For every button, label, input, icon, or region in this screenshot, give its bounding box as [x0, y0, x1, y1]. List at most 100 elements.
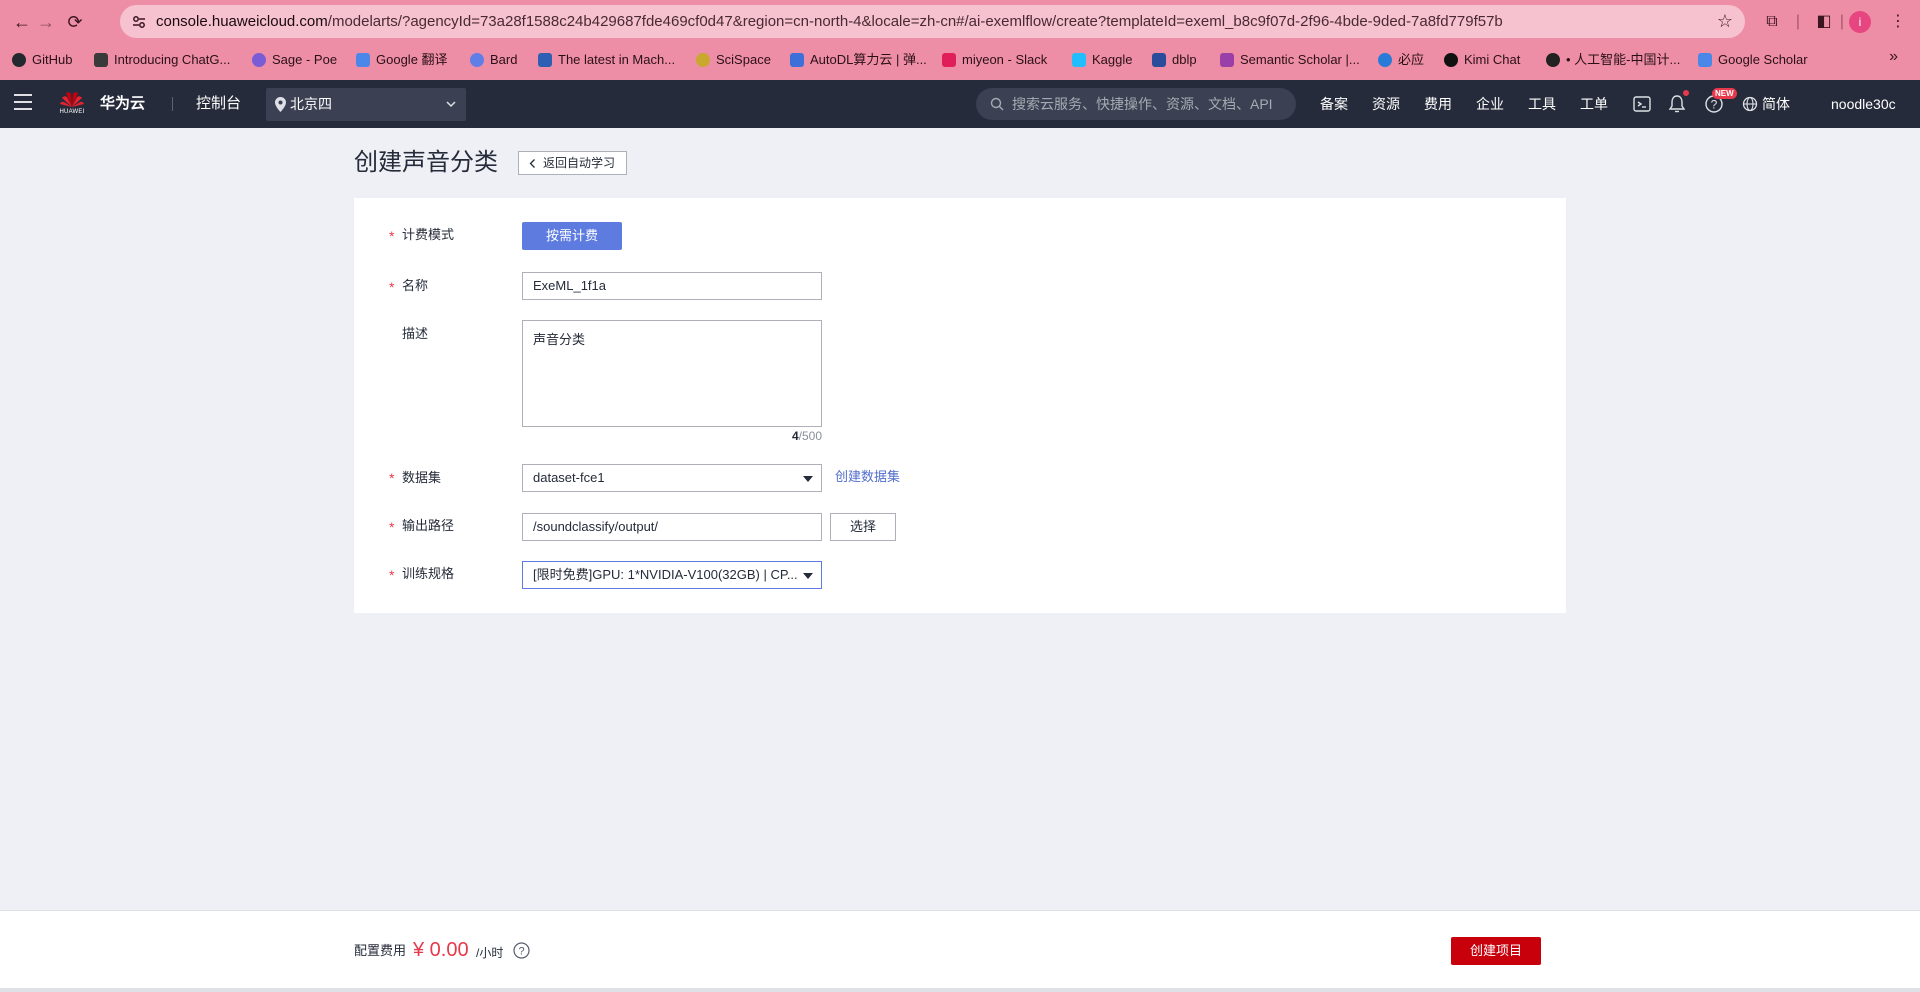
dblp-icon: [1152, 53, 1166, 67]
address-bar[interactable]: console.huaweicloud.com/modelarts/?agenc…: [120, 5, 1745, 38]
bookmark-kimi[interactable]: Kimi Chat: [1444, 49, 1520, 71]
create-dataset-link[interactable]: 创建数据集: [835, 467, 900, 487]
profile-avatar[interactable]: i: [1849, 11, 1871, 33]
create-project-button[interactable]: 创建项目: [1451, 937, 1541, 965]
new-badge: NEW: [1712, 88, 1737, 99]
cloud-shell-icon[interactable]: [1632, 94, 1652, 114]
huawei-petals-icon: [60, 92, 84, 107]
description-char-counter: 4/500: [722, 428, 822, 444]
brand-name[interactable]: 华为云: [100, 80, 145, 128]
config-fee-value: ¥ 0.00: [413, 939, 469, 961]
language-switcher[interactable]: 简体: [1742, 80, 1790, 128]
bookmark-slack[interactable]: miyeon - Slack: [942, 49, 1047, 71]
config-fee-label: 配置费用: [354, 943, 407, 958]
bookmark-label: Sage - Poe: [272, 52, 338, 67]
config-fee-unit: /小时: [476, 946, 504, 960]
back-label: 返回自动学习: [543, 156, 616, 170]
bookmark-chatgpt[interactable]: Introducing ChatG...: [94, 49, 230, 71]
bookmark-dblp[interactable]: dblp: [1152, 49, 1197, 71]
bookmark-scispace[interactable]: SciSpace: [696, 49, 771, 71]
bookmark-star-icon[interactable]: ☆: [1717, 11, 1733, 32]
description-textarea[interactable]: 声音分类: [522, 320, 822, 427]
nav-filing[interactable]: 备案: [1320, 80, 1348, 128]
nav-resources[interactable]: 资源: [1372, 80, 1400, 128]
divider: |: [1795, 13, 1801, 30]
console-link[interactable]: 控制台: [196, 80, 241, 128]
training-spec-label: 训练规格: [402, 566, 455, 581]
bell-notification-icon[interactable]: [1667, 94, 1687, 114]
bookmark-github[interactable]: GitHub: [12, 49, 72, 71]
papers-icon: [538, 53, 552, 67]
bookmarks-overflow-icon[interactable]: »: [1889, 48, 1898, 66]
bookmark-google-scholar[interactable]: Google Scholar: [1698, 49, 1808, 71]
bookmark-google-translate[interactable]: Google 翻译: [356, 49, 448, 71]
kaggle-icon: [1072, 53, 1086, 67]
dataset-select[interactable]: dataset-fce1: [522, 464, 822, 492]
char-count: 4: [791, 429, 799, 443]
search-icon: [990, 97, 1004, 111]
bookmark-label: dblp: [1172, 52, 1197, 67]
nav-tools[interactable]: 工具: [1528, 80, 1556, 128]
bookmark-ai-cn[interactable]: • 人工智能-中国计...: [1546, 49, 1680, 71]
page-title: 创建声音分类: [354, 149, 498, 176]
site-settings-icon[interactable]: [130, 13, 148, 31]
name-input[interactable]: ExeML_1f1a: [522, 272, 822, 300]
bookmark-semantic-scholar[interactable]: Semantic Scholar |...: [1220, 49, 1360, 71]
bookmark-ml-news[interactable]: The latest in Mach...: [538, 49, 675, 71]
required-asterisk: *: [389, 470, 395, 486]
google-translate-icon: [356, 53, 370, 67]
bottom-edge: [0, 988, 1920, 992]
globe-icon: [1742, 96, 1758, 112]
back-arrow-icon[interactable]: ←: [10, 10, 34, 34]
reload-icon[interactable]: ⟳: [63, 10, 87, 34]
nav-enterprise[interactable]: 企业: [1476, 80, 1504, 128]
bookmark-label: Kimi Chat: [1464, 52, 1521, 67]
bookmark-label: SciSpace: [716, 52, 771, 67]
region-selector[interactable]: 北京四: [266, 88, 466, 121]
nav-billing[interactable]: 费用: [1424, 80, 1452, 128]
bookmark-label: AutoDL算力云 | 弹...: [810, 52, 927, 67]
bookmark-label: • 人工智能-中国计...: [1566, 52, 1681, 67]
bookmark-poe[interactable]: Sage - Poe: [252, 49, 337, 71]
globe-icon: [1546, 53, 1560, 67]
output-path-input[interactable]: /soundclassify/output/: [522, 513, 822, 541]
user-account[interactable]: noodle30c: [1831, 80, 1896, 128]
bookmark-label: Kaggle: [1092, 52, 1133, 67]
forward-arrow-icon[interactable]: →: [34, 10, 58, 34]
bookmark-kaggle[interactable]: Kaggle: [1072, 49, 1132, 71]
training-spec-select[interactable]: [限时免费]GPU: 1*NVIDIA-V100(32GB) | CP...: [522, 561, 822, 589]
menu-kebab-icon[interactable]: ⋮: [1886, 10, 1910, 34]
required-asterisk: *: [389, 519, 395, 535]
browser-toolbar: ← → ⟳ console.huaweicloud.com/modelarts/…: [0, 0, 1920, 43]
bookmark-label: Semantic Scholar |...: [1240, 52, 1360, 67]
menu-hamburger-icon[interactable]: [14, 94, 32, 114]
bookmark-label: Bard: [490, 52, 518, 67]
github-icon: [12, 53, 26, 67]
bookmark-label: GitHub: [32, 52, 73, 67]
bookmark-bing[interactable]: 必应: [1378, 49, 1424, 71]
select-output-path-button[interactable]: 选择: [830, 513, 896, 541]
bookmark-bard[interactable]: Bard: [470, 49, 517, 71]
required-asterisk: *: [389, 279, 395, 295]
svg-text:?: ?: [518, 946, 524, 958]
slack-icon: [942, 53, 956, 67]
extensions-icon[interactable]: ⧉: [1760, 10, 1784, 34]
nav-tickets[interactable]: 工单: [1580, 80, 1608, 128]
dataset-selected-value: dataset-fce1: [533, 470, 605, 485]
scispace-icon: [696, 53, 710, 67]
fee-help-icon[interactable]: ?: [513, 942, 530, 959]
console-header: HUAWEI 华为云 控制台 北京四 搜索云服务、快捷操作、资源、文档、API …: [0, 80, 1920, 128]
billing-mode-label: 计费模式: [402, 227, 455, 242]
global-search-input[interactable]: 搜索云服务、快捷操作、资源、文档、API: [976, 88, 1296, 120]
semantic-scholar-icon: [1220, 53, 1234, 67]
autodl-icon: [790, 53, 804, 67]
bookmark-label: miyeon - Slack: [962, 52, 1048, 67]
bard-icon: [470, 53, 484, 67]
billing-on-demand-button[interactable]: 按需计费: [522, 222, 622, 250]
language-label: 简体: [1762, 96, 1790, 112]
location-pin-icon: [275, 97, 286, 112]
bookmark-autodl[interactable]: AutoDL算力云 | 弹...: [790, 49, 927, 71]
huawei-logo[interactable]: HUAWEI: [58, 90, 86, 120]
chevron-down-icon: [446, 101, 456, 108]
back-to-automl-button[interactable]: 返回自动学习: [518, 151, 627, 175]
